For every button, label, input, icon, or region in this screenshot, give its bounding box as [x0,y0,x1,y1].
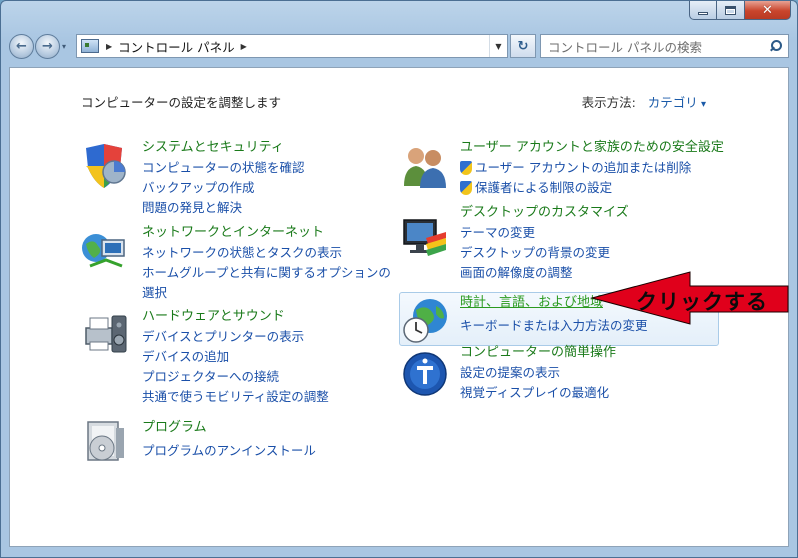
arrow-left-icon: ← [16,38,27,54]
category-link[interactable]: ネットワークの状態とタスクの表示 [142,243,391,263]
back-button[interactable]: ← [9,33,34,59]
program-disc-icon [87,421,124,461]
forward-button[interactable]: → [35,33,60,59]
category-link[interactable]: 選択 [142,283,391,303]
category-hardware-sound: ハードウェアとサウンド デバイスとプリンターの表示 デバイスの追加 プロジェクタ… [142,307,329,407]
category-link-label: 保護者による制限の設定 [475,180,613,195]
close-icon: ✕ [762,2,773,18]
page-title: コンピューターの設定を調整します [81,95,282,110]
minimize-icon [698,11,708,15]
category-link[interactable]: プロジェクターへの接続 [142,367,329,387]
minimize-button[interactable] [689,1,717,20]
category-link[interactable]: ホームグループと共有に関するオプションの [142,263,391,283]
maximize-icon [725,5,736,15]
arrow-right-icon: → [42,38,53,54]
caption-buttons: ✕ [689,1,791,20]
printer-speaker-icon [85,315,127,353]
category-title[interactable]: ハードウェアとサウンド [142,307,329,327]
category-title[interactable]: プログラム [142,418,316,438]
view-by-dropdown[interactable]: カテゴリ [648,92,706,111]
shield-pie-icon [86,144,126,188]
view-by-label: 表示方法: [581,95,636,110]
ease-of-access-icon [403,352,447,396]
search-input[interactable]: コントロール パネルの検索 [540,34,789,58]
category-link[interactable]: デスクトップの背景の変更 [460,243,629,263]
refresh-icon: ↻ [517,38,529,54]
category-link[interactable]: デバイスとプリンターの表示 [142,327,329,347]
category-link[interactable]: バックアップの作成 [142,178,305,198]
category-title[interactable]: システムとセキュリティ [142,138,305,158]
category-title[interactable]: ユーザー アカウントと家族のための安全設定 [460,138,724,158]
address-bar[interactable]: ▶ コントロール パネル ▶ ▼ [76,34,508,58]
search-placeholder: コントロール パネルの検索 [548,39,702,55]
view-by: 表示方法: カテゴリ [582,92,706,111]
category-ease-of-access: コンピューターの簡単操作 設定の提案の表示 視覚ディスプレイの最適化 [460,343,616,403]
category-link[interactable]: 保護者による制限の設定 [460,178,724,198]
breadcrumb-control-panel[interactable]: コントロール パネル [118,37,234,56]
control-panel-icon [81,39,99,53]
monitor-palette-icon [403,219,446,256]
category-link[interactable]: 視覚ディスプレイの最適化 [460,383,616,403]
chevron-down-icon: ▼ [495,41,502,51]
category-link[interactable]: プログラムのアンインストール [142,441,316,461]
category-link[interactable]: コンピューターの状態を確認 [142,158,305,178]
network-globe-icon [82,234,125,268]
category-title[interactable]: デスクトップのカスタマイズ [460,203,629,223]
address-bar-end: ▼ [489,35,507,57]
category-link[interactable]: 問題の発見と解決 [142,198,305,218]
chevron-down-icon: ▾ [62,41,67,51]
navigation-bar: ← → ▾ ▶ コントロール パネル ▶ ▼ ↻ コントロール パネルの検索 [9,31,789,61]
category-title[interactable]: ネットワークとインターネット [142,223,391,243]
category-system-security: システムとセキュリティ コンピューターの状態を確認 バックアップの作成 問題の発… [142,138,305,218]
maximize-button[interactable] [717,1,745,20]
category-link[interactable]: 共通で使うモビリティ設定の調整 [142,387,329,407]
category-network-internet: ネットワークとインターネット ネットワークの状態とタスクの表示 ホームグループと… [142,223,391,303]
breadcrumb-separator-icon[interactable]: ▶ [106,42,112,51]
recent-pages-dropdown[interactable]: ▾ [62,42,72,51]
search-icon[interactable] [770,40,782,52]
category-link[interactable]: テーマの変更 [460,223,629,243]
category-programs: プログラム プログラムのアンインストール [142,418,316,461]
users-icon [404,148,446,188]
category-link-label: ユーザー アカウントの追加または削除 [475,160,692,175]
uac-shield-icon [460,161,472,175]
uac-shield-icon [460,181,472,195]
category-link[interactable]: ユーザー アカウントの追加または削除 [460,158,724,178]
close-button[interactable]: ✕ [745,1,791,20]
globe-clock-icon [403,299,447,343]
address-history-dropdown[interactable]: ▼ [489,35,507,57]
category-title[interactable]: コンピューターの簡単操作 [460,343,616,363]
category-link[interactable]: 設定の提案の表示 [460,363,616,383]
refresh-button[interactable]: ↻ [510,34,536,58]
category-user-accounts: ユーザー アカウントと家族のための安全設定 ユーザー アカウントの追加または削除… [460,138,724,198]
breadcrumb-separator-icon[interactable]: ▶ [241,42,247,51]
category-link[interactable]: デバイスの追加 [142,347,329,367]
annotation-label: クリックする [636,290,768,314]
